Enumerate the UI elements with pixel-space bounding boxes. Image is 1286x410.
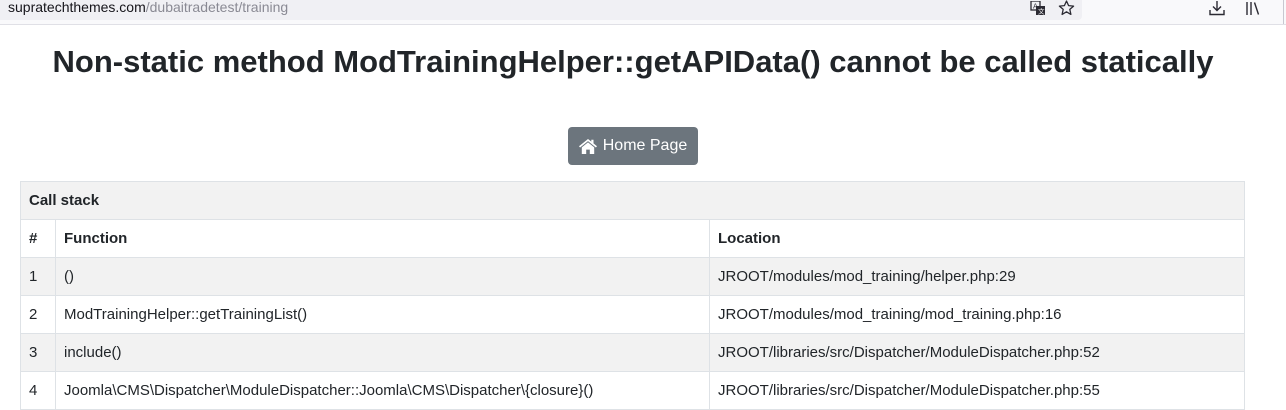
- home-page-button-label: Home Page: [602, 137, 688, 154]
- column-header-location: Location: [709, 219, 1245, 258]
- row-number: 1: [20, 257, 56, 296]
- table-header-row: # Function Location: [20, 219, 1245, 258]
- table-row: 2 ModTrainingHelper::getTrainingList() J…: [20, 295, 1245, 334]
- error-title: Non-static method ModTrainingHelper::get…: [52, 44, 1214, 79]
- table-row: 4 Joomla\CMS\Dispatcher\ModuleDispatcher…: [20, 371, 1245, 410]
- download-icon[interactable]: [1208, 0, 1226, 16]
- bookmark-star-icon[interactable]: [1057, 0, 1075, 16]
- home-page-button[interactable]: Home Page: [568, 127, 698, 165]
- row-function: Joomla\CMS\Dispatcher\ModuleDispatcher::…: [55, 371, 710, 410]
- call-stack-table: Call stack # Function Location 1 () JROO…: [20, 181, 1245, 410]
- row-location: JROOT/modules/mod_training/mod_training.…: [709, 295, 1245, 334]
- row-number: 4: [20, 371, 56, 410]
- row-location: JROOT/libraries/src/Dispatcher/ModuleDis…: [709, 333, 1245, 372]
- url-path: /dubaitradetest/training: [145, 0, 289, 15]
- call-stack-caption: Call stack: [20, 181, 1245, 220]
- toolbar-divider: [1283, 0, 1284, 24]
- row-location: JROOT/libraries/src/Dispatcher/ModuleDis…: [709, 371, 1245, 410]
- row-number: 3: [20, 333, 56, 372]
- svg-text:文: 文: [1038, 7, 1045, 16]
- translate-icon[interactable]: A 文: [1030, 0, 1046, 16]
- column-header-function: Function: [55, 219, 710, 258]
- table-row: 1 () JROOT/modules/mod_training/helper.p…: [20, 257, 1245, 296]
- url-text[interactable]: supratechthemes.com/dubaitradetest/train…: [8, 0, 288, 16]
- home-icon: [578, 138, 597, 154]
- column-header-number: #: [20, 219, 56, 258]
- row-number: 2: [20, 295, 56, 334]
- row-function: include(): [55, 333, 710, 372]
- row-function: ModTrainingHelper::getTrainingList(): [55, 295, 710, 334]
- table-row: 3 include() JROOT/libraries/src/Dispatch…: [20, 333, 1245, 372]
- browser-toolbar: supratechthemes.com/dubaitradetest/train…: [0, 0, 1286, 25]
- library-icon[interactable]: [1244, 0, 1262, 16]
- row-function: (): [55, 257, 710, 296]
- row-location: JROOT/modules/mod_training/helper.php:29: [709, 257, 1245, 296]
- url-domain: supratechthemes.com: [8, 0, 146, 15]
- address-bar[interactable]: supratechthemes.com/dubaitradetest/train…: [0, 0, 1082, 20]
- table-caption-row: Call stack: [20, 181, 1245, 220]
